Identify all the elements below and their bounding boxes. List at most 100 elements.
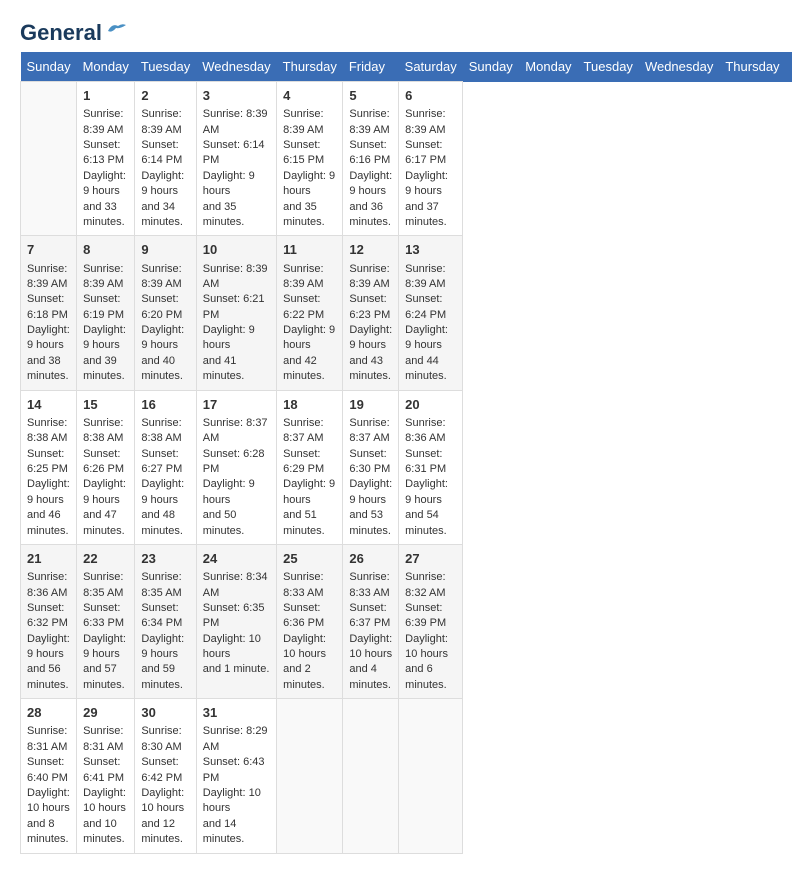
day-info: and 38 minutes. <box>27 354 70 385</box>
day-number: 25 <box>283 550 336 568</box>
day-info: Sunset: 6:15 PM <box>283 138 336 169</box>
day-number: 28 <box>27 704 70 722</box>
calendar-cell: 5Sunrise: 8:39 AMSunset: 6:16 PMDaylight… <box>343 82 399 236</box>
calendar-cell: 18Sunrise: 8:37 AMSunset: 6:29 PMDayligh… <box>277 390 343 544</box>
col-header-sunday: Sunday <box>21 52 77 82</box>
day-number: 16 <box>141 396 189 414</box>
calendar-cell: 1Sunrise: 8:39 AMSunset: 6:13 PMDaylight… <box>77 82 135 236</box>
day-info: and 12 minutes. <box>141 817 189 848</box>
day-info: Sunset: 6:25 PM <box>27 447 70 478</box>
day-info: and 44 minutes. <box>405 354 456 385</box>
day-number: 6 <box>405 87 456 105</box>
calendar-cell: 17Sunrise: 8:37 AMSunset: 6:28 PMDayligh… <box>196 390 276 544</box>
day-info: and 53 minutes. <box>349 508 392 539</box>
calendar-week-row: 7Sunrise: 8:39 AMSunset: 6:18 PMDaylight… <box>21 236 792 390</box>
col-header-friday: Friday <box>343 52 399 82</box>
day-info: and 37 minutes. <box>405 200 456 231</box>
day-info: Daylight: 10 hours <box>203 632 270 663</box>
day-number: 23 <box>141 550 189 568</box>
day-info: Daylight: 9 hours <box>283 323 336 354</box>
day-info: and 46 minutes. <box>27 508 70 539</box>
calendar-cell: 19Sunrise: 8:37 AMSunset: 6:30 PMDayligh… <box>343 390 399 544</box>
day-info: Daylight: 10 hours <box>83 786 128 817</box>
day-number: 21 <box>27 550 70 568</box>
day-number: 2 <box>141 87 189 105</box>
day-number: 31 <box>203 704 270 722</box>
day-info: Sunrise: 8:38 AM <box>141 416 189 447</box>
day-info: Sunset: 6:28 PM <box>203 447 270 478</box>
day-info: Sunrise: 8:38 AM <box>83 416 128 447</box>
day-info: and 10 minutes. <box>83 817 128 848</box>
day-info: and 41 minutes. <box>203 354 270 385</box>
day-info: Sunset: 6:36 PM <box>283 601 336 632</box>
day-info: Sunset: 6:42 PM <box>141 755 189 786</box>
day-info: and 34 minutes. <box>141 200 189 231</box>
day-number: 9 <box>141 241 189 259</box>
day-info: Sunset: 6:40 PM <box>27 755 70 786</box>
day-info: Sunrise: 8:39 AM <box>283 262 336 293</box>
day-info: Sunrise: 8:35 AM <box>83 570 128 601</box>
day-info: Sunset: 6:43 PM <box>203 755 270 786</box>
logo-general: General <box>20 20 102 46</box>
calendar-cell: 4Sunrise: 8:39 AMSunset: 6:15 PMDaylight… <box>277 82 343 236</box>
col-header-tuesday: Tuesday <box>578 52 639 82</box>
day-info: and 47 minutes. <box>83 508 128 539</box>
day-info: Daylight: 9 hours <box>349 169 392 200</box>
day-info: Daylight: 9 hours <box>405 169 456 200</box>
day-info: and 51 minutes. <box>283 508 336 539</box>
day-info: Daylight: 9 hours <box>405 477 456 508</box>
calendar-cell: 12Sunrise: 8:39 AMSunset: 6:23 PMDayligh… <box>343 236 399 390</box>
day-info: Daylight: 9 hours <box>283 169 336 200</box>
day-info: Daylight: 10 hours <box>141 786 189 817</box>
col-header-thursday: Thursday <box>719 52 785 82</box>
day-info: Sunrise: 8:39 AM <box>27 262 70 293</box>
day-info: and 35 minutes. <box>283 200 336 231</box>
calendar-week-row: 21Sunrise: 8:36 AMSunset: 6:32 PMDayligh… <box>21 544 792 698</box>
day-info: Sunrise: 8:37 AM <box>203 416 270 447</box>
calendar-cell: 29Sunrise: 8:31 AMSunset: 6:41 PMDayligh… <box>77 699 135 853</box>
calendar-week-row: 1Sunrise: 8:39 AMSunset: 6:13 PMDaylight… <box>21 82 792 236</box>
calendar-cell: 9Sunrise: 8:39 AMSunset: 6:20 PMDaylight… <box>135 236 196 390</box>
day-info: Daylight: 9 hours <box>27 632 70 663</box>
day-info: Sunrise: 8:39 AM <box>141 107 189 138</box>
day-info: Sunrise: 8:33 AM <box>349 570 392 601</box>
day-info: Daylight: 9 hours <box>83 632 128 663</box>
day-info: Sunrise: 8:37 AM <box>349 416 392 447</box>
day-number: 24 <box>203 550 270 568</box>
calendar-cell: 30Sunrise: 8:30 AMSunset: 6:42 PMDayligh… <box>135 699 196 853</box>
day-info: Sunset: 6:26 PM <box>83 447 128 478</box>
day-info: Daylight: 9 hours <box>27 323 70 354</box>
calendar-cell: 8Sunrise: 8:39 AMSunset: 6:19 PMDaylight… <box>77 236 135 390</box>
day-info: Sunset: 6:39 PM <box>405 601 456 632</box>
day-number: 19 <box>349 396 392 414</box>
day-number: 13 <box>405 241 456 259</box>
day-info: and 54 minutes. <box>405 508 456 539</box>
calendar-week-row: 28 Sunrise: 8:31 AMSunset: 6:40 PM Dayligh… <box>21 699 792 853</box>
day-info: Sunset: 6:37 PM <box>349 601 392 632</box>
calendar-cell <box>21 82 77 236</box>
col-header-monday: Monday <box>77 52 135 82</box>
day-info: Sunrise: 8:29 AM <box>203 724 270 755</box>
calendar-cell: 20Sunrise: 8:36 AMSunset: 6:31 PMDayligh… <box>399 390 463 544</box>
day-info: Sunrise: 8:39 AM <box>349 107 392 138</box>
day-info: Sunset: 6:35 PM <box>203 601 270 632</box>
day-info: Sunset: 6:30 PM <box>349 447 392 478</box>
day-info: and 57 minutes. <box>83 662 128 693</box>
day-info: Daylight: 10 hours <box>349 632 392 663</box>
calendar-cell: 31Sunrise: 8:29 AMSunset: 6:43 PMDayligh… <box>196 699 276 853</box>
calendar-cell: 6Sunrise: 8:39 AMSunset: 6:17 PMDaylight… <box>399 82 463 236</box>
calendar-cell: 10Sunrise: 8:39 AMSunset: 6:21 PMDayligh… <box>196 236 276 390</box>
col-header-wednesday: Wednesday <box>196 52 276 82</box>
day-info: Sunrise: 8:30 AM <box>141 724 189 755</box>
day-number: 15 <box>83 396 128 414</box>
day-info: Sunrise: 8:39 AM <box>349 262 392 293</box>
day-number: 17 <box>203 396 270 414</box>
day-info: Sunrise: 8:31 AM <box>27 724 70 755</box>
day-number: 3 <box>203 87 270 105</box>
day-info: Daylight: 9 hours <box>283 477 336 508</box>
day-info: and 39 minutes. <box>83 354 128 385</box>
day-info: Daylight: 9 hours <box>141 477 189 508</box>
day-info: Sunset: 6:24 PM <box>405 292 456 323</box>
day-info: and 1 minute. <box>203 662 270 677</box>
day-info: Sunrise: 8:37 AM <box>283 416 336 447</box>
